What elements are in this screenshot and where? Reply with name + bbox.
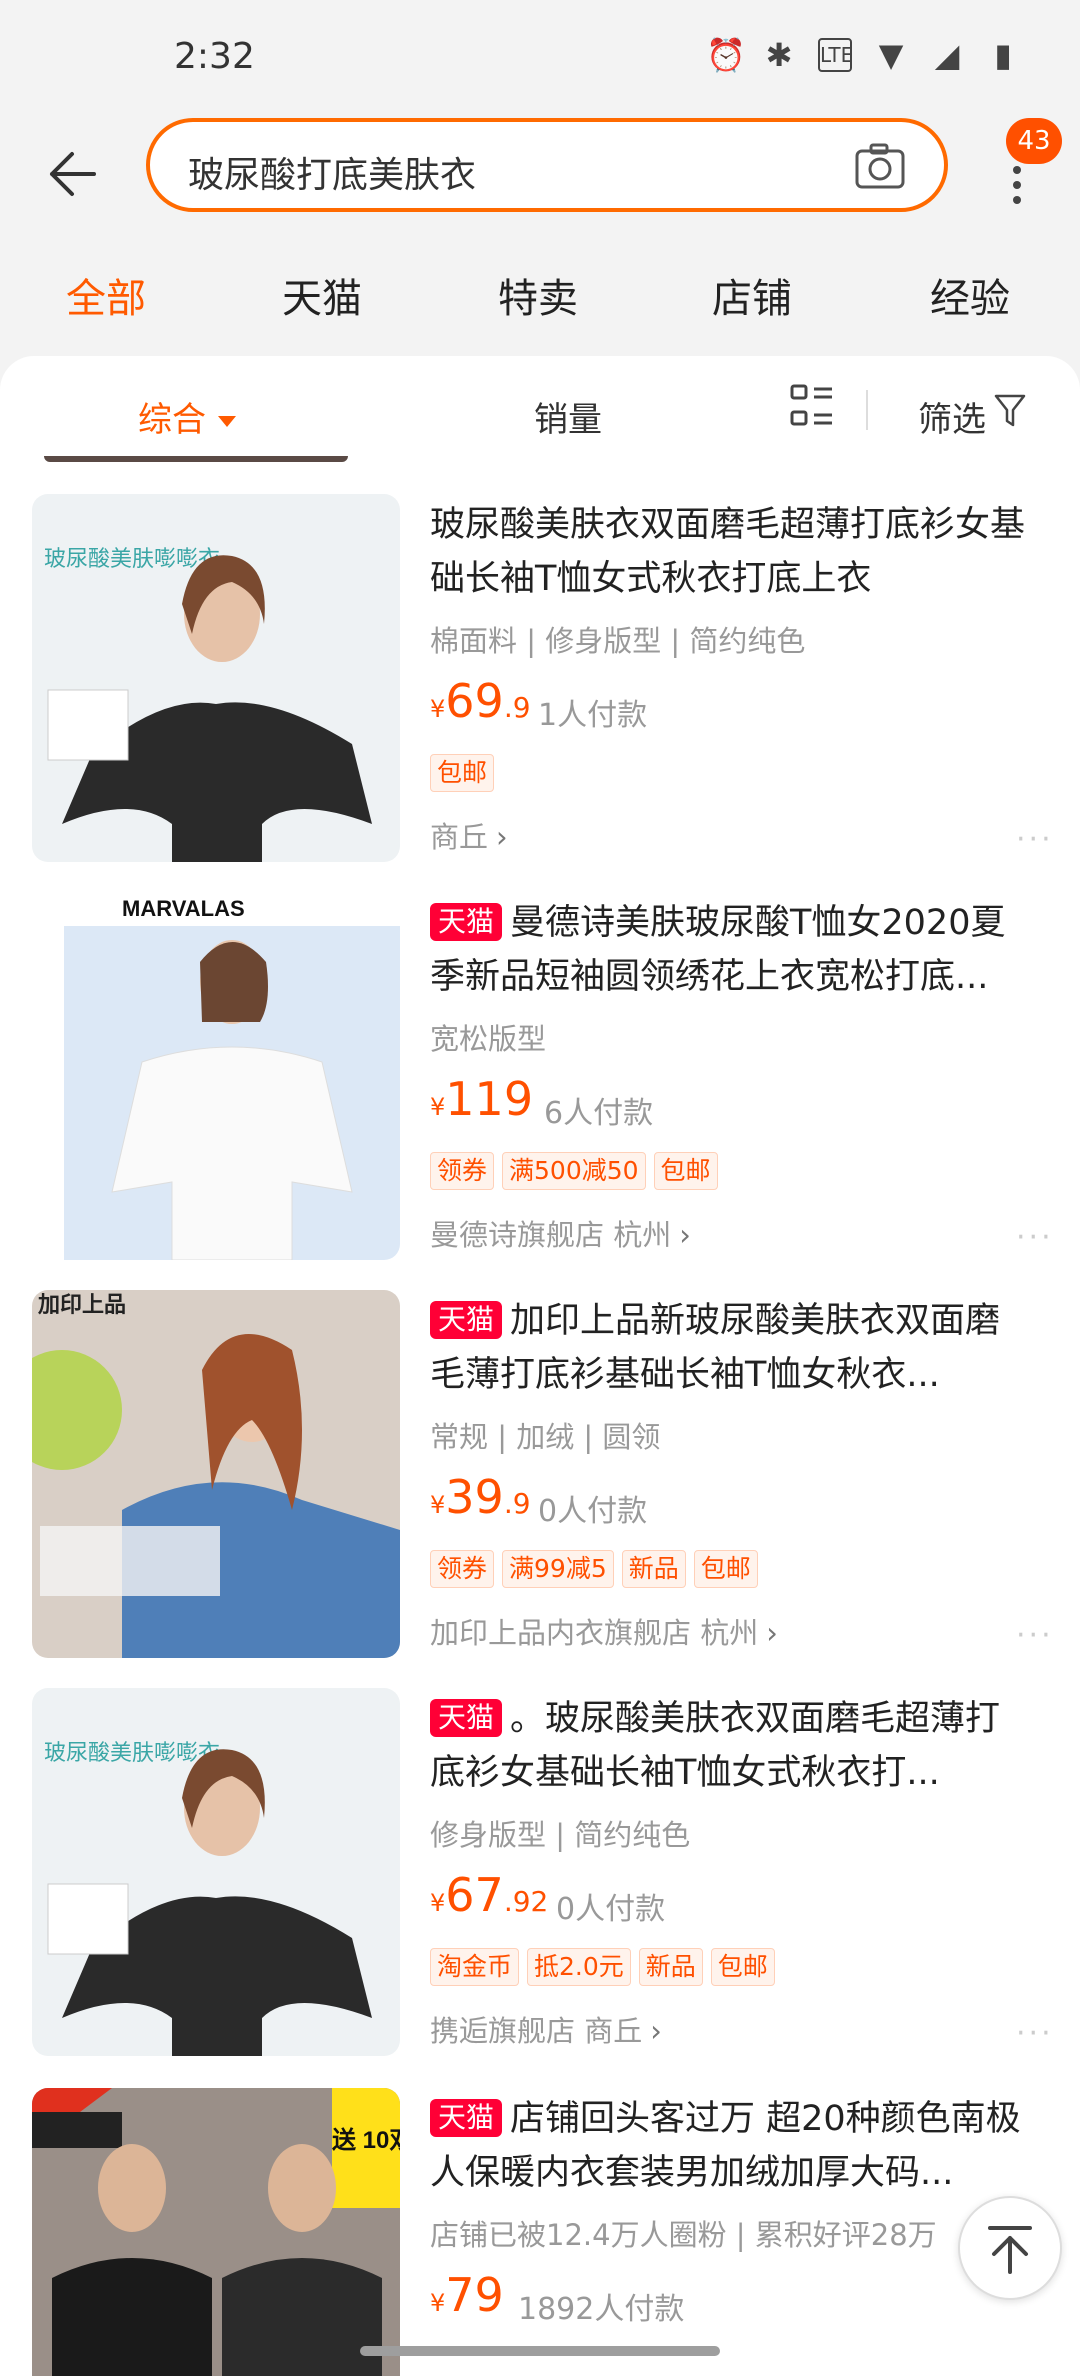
product-price: ¥69.9 xyxy=(430,674,531,728)
sold-count: 0人付款 xyxy=(556,1892,666,1927)
search-bar: 玻尿酸打底美肤衣 43 xyxy=(0,118,1080,230)
previous-item-edge xyxy=(44,456,348,462)
sort-sales[interactable]: 销量 xyxy=(534,392,602,441)
results-panel: 综合 销量 筛选 玻尿酸美肤嘭嘭衣 玻尿酸美肤衣双面磨毛超薄打底衫女基础长袖T恤… xyxy=(0,356,1080,2376)
tab-sale[interactable]: 特卖 xyxy=(498,266,578,324)
tag-coupon: 领券 xyxy=(430,1550,495,1588)
more-options-icon[interactable]: ··· xyxy=(1016,1220,1054,1255)
product-price: ¥67.92 xyxy=(430,1868,549,1922)
tag-new: 新品 xyxy=(621,1550,686,1588)
product-image-caption: 送 10双棉袜 xyxy=(332,2126,400,2154)
back-arrow-icon[interactable] xyxy=(42,144,102,204)
tmall-badge: 天猫 xyxy=(430,2099,503,2137)
product-image[interactable]: 玻尿酸美肤嘭嘭衣 xyxy=(32,1688,400,2056)
more-options-icon[interactable]: ··· xyxy=(1016,1618,1054,1653)
product-specs: 店铺已被12.4万人圈粉 | 累积好评28万 xyxy=(430,2218,937,2252)
sort-bar: 综合 销量 筛选 xyxy=(0,356,1080,466)
more-options-icon[interactable]: ··· xyxy=(1016,2016,1054,2051)
bluetooth-icon: ✱ xyxy=(765,36,793,74)
product-title: 天猫 。玻尿酸美肤衣双面磨毛超薄打底衫女基础长袖T恤女式秋衣打... xyxy=(430,1699,1001,1793)
product-image[interactable]: 玻尿酸美肤嘭嘭衣 xyxy=(32,494,400,862)
product-image[interactable]: MARVALAS xyxy=(32,892,400,1260)
filter-icon[interactable] xyxy=(994,394,1026,428)
product-image-caption: MARVALAS xyxy=(122,896,245,921)
list-item[interactable]: 玻尿酸美肤嘭嘭衣 天猫 。玻尿酸美肤衣双面磨毛超薄打底衫女基础长袖T恤女式秋衣打.… xyxy=(0,1688,1080,2058)
tmall-badge: 天猫 xyxy=(430,903,503,941)
category-tabs: 全部 天猫 特卖 店铺 经验 xyxy=(0,250,1080,340)
sold-count: 0人付款 xyxy=(538,1494,648,1529)
tmall-badge: 天猫 xyxy=(430,1699,503,1737)
search-query: 玻尿酸打底美肤衣 xyxy=(188,155,477,196)
tab-shops[interactable]: 店铺 xyxy=(712,266,792,324)
status-bar: 2:32 ⏰ ✱ LTE ▼ ◢ ▮ xyxy=(0,0,1080,118)
tag-discount: 满99减5 xyxy=(502,1550,614,1588)
status-time: 2:32 xyxy=(174,36,255,77)
list-item[interactable]: 玻尿酸美肤嘭嘭衣 玻尿酸美肤衣双面磨毛超薄打底衫女基础长袖T恤女式秋衣打底上衣 … xyxy=(0,494,1080,864)
shop-link[interactable]: 曼德诗旗舰店 杭州 › xyxy=(430,1212,691,1254)
tmall-badge: 天猫 xyxy=(430,1301,503,1339)
shop-link[interactable]: 商丘 › xyxy=(430,814,508,856)
list-item[interactable]: 加印上品 天猫 加印上品新玻尿酸美肤衣双面磨毛薄打底衫基础长袖T恤女秋衣... 常… xyxy=(0,1290,1080,1660)
product-tags: 包邮 xyxy=(430,754,495,792)
product-title: 天猫 店铺回头客过万 超20种颜色南极人保暖内衣套装男加绒加厚大码... xyxy=(430,2099,1021,2193)
product-title: 天猫 曼德诗美肤玻尿酸T恤女2020夏季新品短袖圆领绣花上衣宽松打底... xyxy=(430,903,1006,997)
shop-link[interactable]: 携逅旗舰店 商丘 › xyxy=(430,2008,662,2050)
tag-coupon: 领券 xyxy=(430,1152,495,1190)
tag-discount: 满500减50 xyxy=(502,1152,646,1190)
tab-experience[interactable]: 经验 xyxy=(930,266,1010,324)
tag-discount: 抵2.0元 xyxy=(527,1948,631,1986)
product-title: 天猫 加印上品新玻尿酸美肤衣双面磨毛薄打底衫基础长袖T恤女秋衣... xyxy=(430,1301,1001,1395)
product-title: 玻尿酸美肤衣双面磨毛超薄打底衫女基础长袖T恤女式秋衣打底上衣 xyxy=(430,505,1026,599)
sold-count: 6人付款 xyxy=(544,1096,654,1131)
list-item[interactable]: 送 10双棉袜 天猫店铺回头客过万 超20种颜色南极人保暖内衣套装男加绒加厚大码… xyxy=(0,2088,1080,2376)
shop-link[interactable]: 加印上品内衣旗舰店 杭州 › xyxy=(430,1610,778,1652)
wifi-icon: ▼ xyxy=(878,36,904,74)
sold-count: 1892人付款 xyxy=(518,2292,685,2327)
product-specs: 棉面料 | 修身版型 | 简约纯色 xyxy=(430,624,806,658)
product-specs: 常规 | 加绒 | 圆领 xyxy=(430,1420,661,1454)
list-view-icon[interactable] xyxy=(790,384,834,428)
volte-icon: LTE xyxy=(818,38,853,72)
dropdown-caret-icon xyxy=(218,416,236,427)
gesture-nav-handle[interactable] xyxy=(360,2346,720,2356)
product-tags: 淘金币 抵2.0元 新品 包邮 xyxy=(430,1948,775,1986)
search-input[interactable]: 玻尿酸打底美肤衣 xyxy=(146,118,948,212)
product-image-caption: 加印上品 xyxy=(37,1292,126,1317)
tab-tmall[interactable]: 天猫 xyxy=(282,266,362,324)
sold-count: 1人付款 xyxy=(538,698,648,733)
sort-divider xyxy=(866,390,868,430)
tab-all[interactable]: 全部 xyxy=(66,266,146,324)
sort-comprehensive[interactable]: 综合 xyxy=(138,392,236,441)
product-image-caption: 玻尿酸美肤嘭嘭衣 xyxy=(44,546,220,571)
product-tags: 领券 满99减5 新品 包邮 xyxy=(430,1550,758,1588)
more-options-icon[interactable]: ··· xyxy=(1016,822,1054,857)
product-specs: 宽松版型 xyxy=(430,1022,547,1056)
list-item[interactable]: MARVALAS 天猫 曼德诗美肤玻尿酸T恤女2020夏季新品短袖圆领绣花上衣宽松… xyxy=(0,892,1080,1262)
product-image[interactable]: 送 10双棉袜 xyxy=(32,2088,400,2376)
product-price: ¥79 xyxy=(430,2268,504,2322)
tag-free-shipping: 包邮 xyxy=(430,754,495,792)
product-tags: 领券 满500减50 包邮 xyxy=(430,1152,718,1190)
alarm-icon: ⏰ xyxy=(706,36,746,74)
product-price: ¥119 xyxy=(430,1072,534,1126)
tag-free-shipping: 包邮 xyxy=(710,1948,775,1986)
product-specs: 修身版型 | 简约纯色 xyxy=(430,1818,691,1852)
tag-free-shipping: 包邮 xyxy=(653,1152,718,1190)
status-icons: ⏰ ✱ LTE ▼ ◢ ▮ xyxy=(706,38,1020,72)
signal-icon: ◢ xyxy=(934,36,960,74)
product-image[interactable]: 加印上品 xyxy=(32,1290,400,1658)
back-to-top-button[interactable] xyxy=(958,2196,1062,2300)
filter-button[interactable]: 筛选 xyxy=(918,392,986,441)
product-image-caption: 玻尿酸美肤嘭嘭衣 xyxy=(44,1740,220,1765)
arrow-up-icon xyxy=(988,2226,1032,2274)
tag-taojinbi: 淘金币 xyxy=(430,1948,520,1986)
sort-comprehensive-label: 综合 xyxy=(138,400,206,440)
product-price: ¥39.9 xyxy=(430,1470,531,1524)
tag-free-shipping: 包邮 xyxy=(693,1550,758,1588)
battery-icon: ▮ xyxy=(994,36,1012,74)
camera-icon[interactable] xyxy=(854,142,906,190)
tag-new: 新品 xyxy=(638,1948,703,1986)
message-badge: 43 xyxy=(1006,118,1062,164)
